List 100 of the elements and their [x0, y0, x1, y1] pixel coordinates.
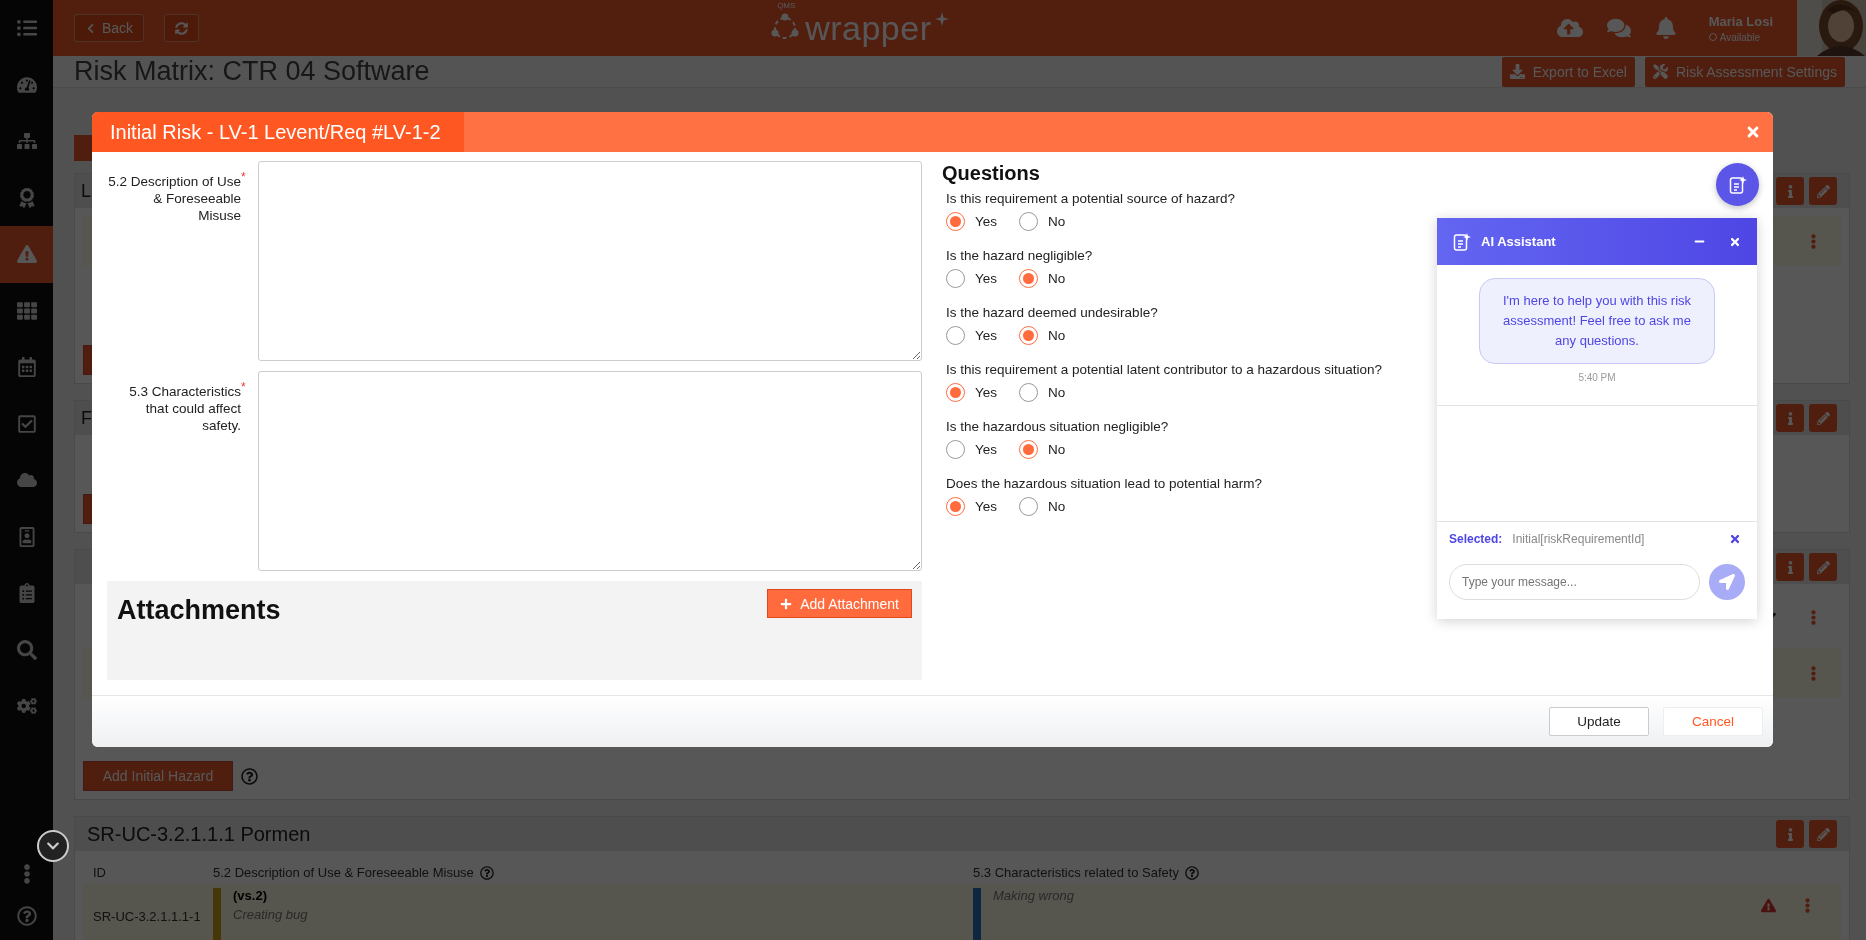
clear-button[interactable] [1729, 533, 1741, 545]
help-icon[interactable] [16, 906, 37, 926]
plus-icon [780, 597, 793, 610]
radio-label: No [1048, 385, 1066, 400]
pencil-icon [1816, 411, 1830, 425]
question-text: Is the hazard negligible? [946, 248, 1094, 263]
refresh-button[interactable] [164, 14, 200, 42]
sitemap-icon [16, 131, 37, 152]
column-header: ID [93, 865, 106, 880]
warning-icon [1761, 898, 1776, 913]
help-icon[interactable] [241, 767, 258, 785]
column-header: 5.2 Description of Use & Foreseeable Misuse [213, 865, 474, 880]
pencil-icon [1816, 184, 1830, 198]
dialog-title: Initial Risk - LV-1 Levent/Req #LV-1-2 [92, 112, 464, 152]
help-icon [1184, 865, 1199, 880]
info-button[interactable] [1776, 553, 1804, 581]
radio-label: Yes [975, 442, 998, 457]
assistant-button[interactable] [1716, 163, 1759, 206]
radio-label: Yes [975, 385, 998, 400]
pencil-icon [1816, 560, 1830, 574]
settings-icon [16, 696, 37, 717]
sidebar-item[interactable] [0, 226, 53, 283]
radio-button[interactable] [946, 269, 965, 288]
bell-icon[interactable] [1654, 17, 1677, 39]
radio-button[interactable] [1019, 326, 1039, 345]
send-icon [1719, 574, 1735, 590]
add-attachment-button[interactable]: Add Attachment [767, 589, 912, 618]
export-button[interactable]: Export to Excel [1501, 56, 1635, 87]
radio-button[interactable] [1019, 269, 1039, 288]
section-title: F [81, 407, 92, 429]
info-button[interactable] [1776, 820, 1804, 848]
settings-button[interactable]: Risk Assessment Settings [1644, 56, 1845, 87]
message-field[interactable]: Type your message... [1449, 564, 1700, 600]
radio-button[interactable] [946, 212, 965, 231]
section-title: SR-UC-3.2.1.1.1 Pormen [87, 822, 311, 846]
radio-button[interactable] [1019, 497, 1039, 516]
download-icon [1509, 64, 1525, 79]
user-name: Maria Losi [1708, 13, 1773, 29]
send-button[interactable] [1709, 564, 1745, 600]
tools-icon [1652, 64, 1668, 79]
chevron-left-icon [85, 22, 96, 34]
close-button[interactable] [1729, 235, 1741, 248]
questions-heading: Questions [942, 162, 1041, 185]
radio-button[interactable] [1019, 212, 1039, 231]
radio-button[interactable] [946, 383, 965, 402]
selected-value: Initial[riskRequirementId] [1512, 532, 1645, 546]
radio-label: No [1048, 442, 1066, 457]
question-text: Does the hazardous situation lead to potential harm? [946, 476, 1263, 491]
checkbox-icon [16, 413, 37, 434]
edit-button[interactable] [1809, 553, 1837, 581]
warning-icon [16, 244, 37, 265]
info-button[interactable] [1776, 177, 1804, 205]
page-title: Risk Matrix: CTR 04 Software [74, 56, 430, 87]
assistant-title: AI Assistant [1481, 234, 1556, 249]
chat-icon[interactable] [1606, 16, 1631, 40]
radio-button[interactable] [1019, 383, 1039, 402]
question-text: Is the hazardous situation negligible? [946, 419, 1170, 434]
question-text: Is this requirement a potential source of hazard? [946, 191, 1236, 206]
radio-label: Yes [975, 271, 998, 286]
sparkle-icon [935, 12, 950, 26]
radio-button[interactable] [946, 326, 965, 345]
selected-label: Selected: [1449, 532, 1503, 546]
cancel-button[interactable]: Cancel [1663, 707, 1763, 736]
help-icon [479, 865, 494, 880]
grid-icon [16, 300, 37, 321]
section-title: L [81, 180, 91, 202]
radio-label: No [1048, 328, 1066, 343]
user-status: Available [1708, 31, 1773, 43]
logo-label: QMS [777, 2, 796, 10]
back-button[interactable]: Back [74, 14, 145, 42]
attachments-heading: Attachments [117, 594, 281, 626]
required-mark: * [240, 381, 246, 393]
radio-label: Yes [975, 328, 998, 343]
field-label: 5.2 Description of Use & Foreseeable Misuse [107, 173, 241, 224]
search-icon [16, 639, 37, 660]
close-icon [1745, 124, 1761, 140]
edit-button[interactable] [1809, 820, 1837, 848]
info-button[interactable] [1776, 404, 1804, 432]
close-icon [1729, 235, 1741, 248]
update-button[interactable]: Update [1549, 707, 1649, 736]
edit-button[interactable] [1809, 177, 1837, 205]
radio-label: No [1048, 499, 1066, 514]
radio-label: Yes [975, 214, 998, 229]
radio-button[interactable] [946, 440, 965, 459]
list-icon [16, 18, 37, 39]
radio-label: Yes [975, 499, 998, 514]
required-mark: * [240, 171, 246, 183]
sparkle-document-icon [1453, 231, 1471, 252]
pencil-icon [1816, 827, 1830, 841]
logo-text: wrapper [805, 11, 932, 45]
question-text: Is this requirement a potential latent contributor to a hazardous situation? [946, 362, 1383, 377]
edit-button[interactable] [1809, 404, 1837, 432]
collapse-button[interactable] [36, 830, 69, 862]
refresh-icon [175, 21, 189, 35]
radio-button[interactable] [1019, 440, 1039, 459]
gauge-icon [16, 74, 37, 95]
close-button[interactable] [1745, 124, 1761, 140]
message-time: 5:40 PM [1578, 372, 1616, 383]
radio-button[interactable] [946, 497, 965, 516]
add-hazard-button[interactable]: Add Initial Hazard [83, 761, 233, 791]
